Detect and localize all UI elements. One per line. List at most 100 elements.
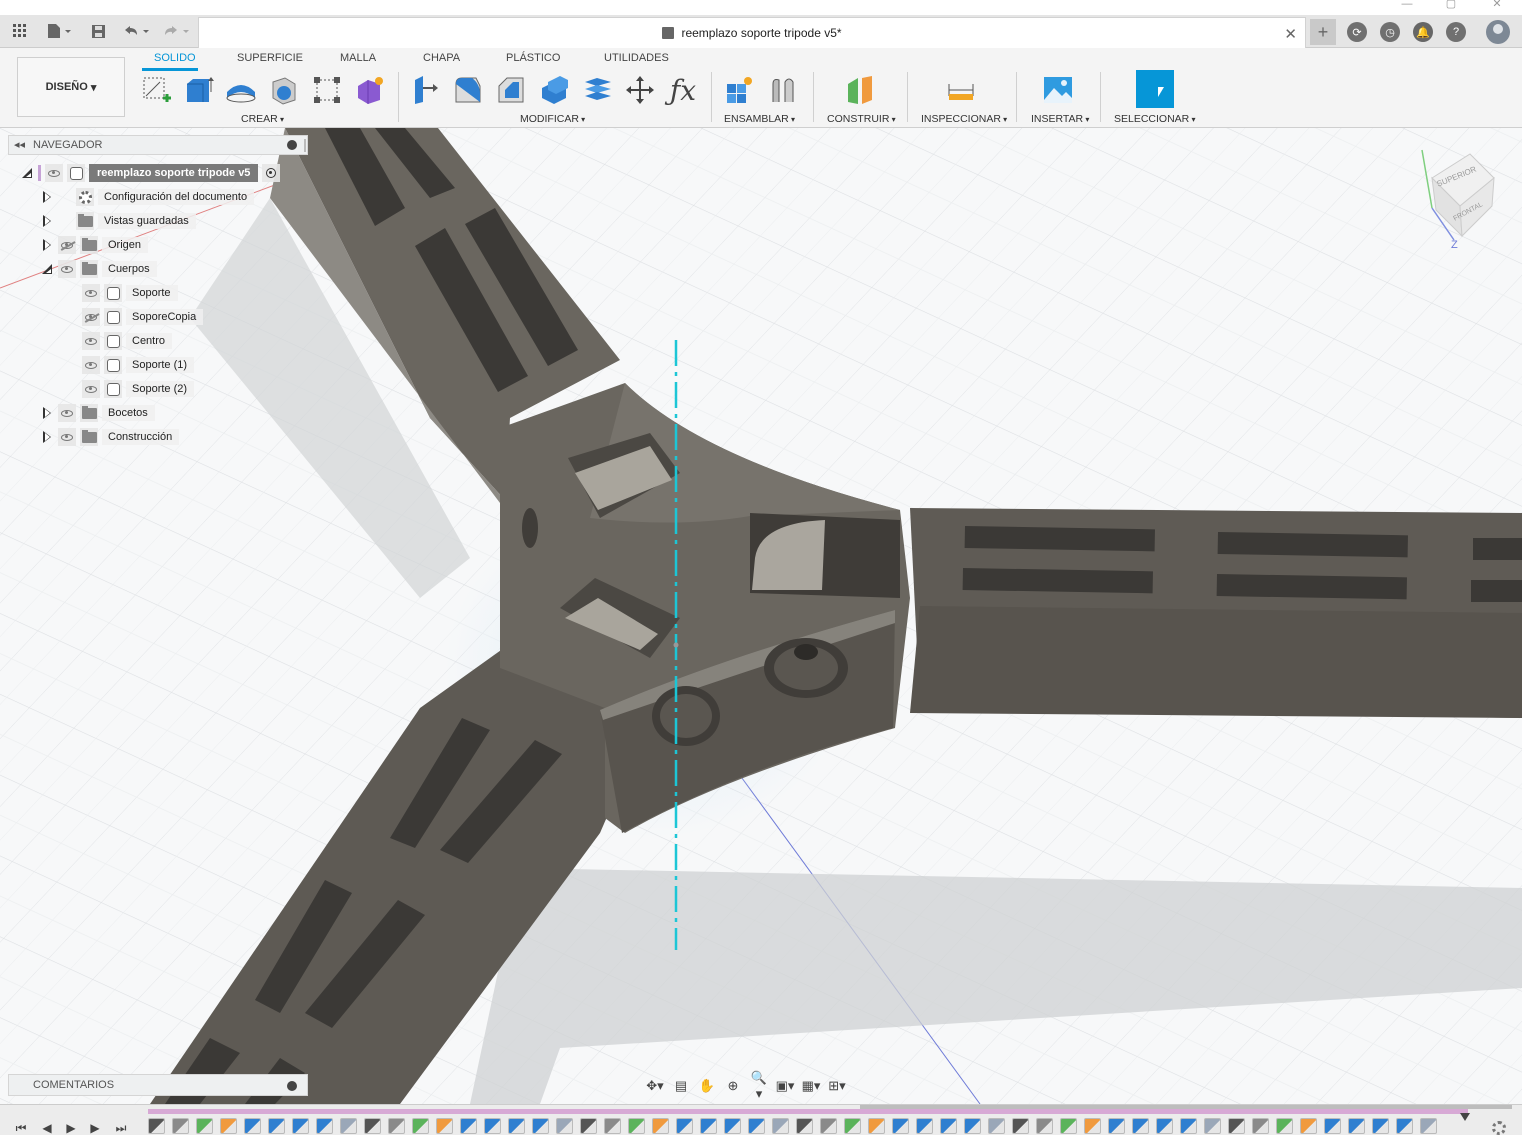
timeline-feature-icon[interactable]	[316, 1118, 333, 1134]
new-tab-button[interactable]: +	[1310, 19, 1336, 45]
eye-hidden-icon[interactable]	[58, 236, 76, 254]
timeline-feature-icon[interactable]	[268, 1118, 285, 1134]
timeline-feature-icon[interactable]	[940, 1118, 957, 1134]
eye-hidden-icon[interactable]	[82, 308, 100, 326]
tree-item-configuracion[interactable]: Configuración del documento	[42, 187, 255, 207]
tree-item-bocetos[interactable]: Bocetos	[42, 403, 155, 423]
panel-grip-icon[interactable]	[304, 139, 306, 152]
group-modificar[interactable]: MODIFICAR	[520, 113, 585, 125]
step-forward-icon[interactable]: ▶	[88, 1121, 102, 1135]
timeline-feature-icon[interactable]	[628, 1118, 645, 1134]
timeline-feature-icon[interactable]	[988, 1118, 1005, 1134]
tree-item-origen[interactable]: Origen	[42, 235, 149, 255]
timeline-feature-icon[interactable]	[340, 1118, 357, 1134]
expand-toggle-icon[interactable]	[22, 167, 32, 179]
press-pull-icon[interactable]	[408, 72, 442, 108]
timeline-track[interactable]	[148, 1109, 1468, 1114]
fillet-icon[interactable]	[451, 72, 485, 108]
help-icon[interactable]: ?	[1446, 22, 1466, 42]
joint-icon[interactable]	[766, 72, 800, 108]
go-to-end-icon[interactable]: ⏭	[114, 1121, 128, 1135]
play-icon[interactable]: ▶	[64, 1121, 78, 1135]
eye-icon[interactable]	[82, 356, 100, 374]
pan-icon[interactable]: ✋	[696, 1078, 718, 1094]
parameters-icon[interactable]: ƒx	[666, 72, 700, 108]
timeline-feature-icon[interactable]	[1132, 1118, 1149, 1134]
workspace-dropdown[interactable]: DISEÑO ▾	[17, 57, 125, 117]
eye-icon[interactable]	[58, 260, 76, 278]
extensions-icon[interactable]: ⟳	[1347, 22, 1367, 42]
timeline-feature-icon[interactable]	[172, 1118, 189, 1134]
sweep-icon[interactable]	[266, 72, 300, 108]
tab-chapa[interactable]: CHAPA	[423, 52, 460, 64]
close-tab-icon[interactable]: ✕	[1284, 25, 1297, 43]
pattern-icon[interactable]	[310, 72, 344, 108]
add-comment-icon[interactable]	[287, 1081, 297, 1091]
timeline-feature-icon[interactable]	[484, 1118, 501, 1134]
timeline-feature-icon[interactable]	[1252, 1118, 1269, 1134]
timeline-feature-icon[interactable]	[1012, 1118, 1029, 1134]
timeline-feature-icon[interactable]	[844, 1118, 861, 1134]
timeline-feature-icon[interactable]	[460, 1118, 477, 1134]
timeline-feature-icon[interactable]	[580, 1118, 597, 1134]
timeline-feature-icon[interactable]	[868, 1118, 885, 1134]
timeline-feature-icon[interactable]	[364, 1118, 381, 1134]
timeline-feature-icon[interactable]	[964, 1118, 981, 1134]
shell-icon[interactable]	[537, 72, 571, 108]
offset-plane-icon[interactable]	[843, 72, 877, 108]
timeline-feature-icon[interactable]	[1300, 1118, 1317, 1134]
expand-toggle-icon[interactable]	[42, 191, 52, 203]
redo-icon[interactable]	[160, 21, 192, 41]
group-construir[interactable]: CONSTRUIR	[827, 113, 896, 125]
zoom-window-icon[interactable]: 🔍▾	[748, 1070, 770, 1102]
timeline-feature-icon[interactable]	[1324, 1118, 1341, 1134]
eye-icon[interactable]	[82, 380, 100, 398]
timeline-settings-icon[interactable]	[1492, 1121, 1506, 1135]
tree-item-soporte[interactable]: Soporte	[82, 283, 178, 303]
eye-icon[interactable]	[45, 164, 63, 182]
timeline-feature-icon[interactable]	[652, 1118, 669, 1134]
group-seleccionar[interactable]: SELECCIONAR	[1114, 113, 1196, 125]
tab-utilidades[interactable]: UTILIDADES	[604, 52, 669, 64]
timeline-feature-icon[interactable]	[1420, 1118, 1437, 1134]
expand-toggle-icon[interactable]	[42, 431, 52, 443]
timeline-feature-icon[interactable]	[916, 1118, 933, 1134]
eye-icon[interactable]	[58, 428, 76, 446]
timeline-feature-icon[interactable]	[1228, 1118, 1245, 1134]
timeline-feature-icon[interactable]	[1036, 1118, 1053, 1134]
timeline-feature-icon[interactable]	[436, 1118, 453, 1134]
timeline-feature-icon[interactable]	[1396, 1118, 1413, 1134]
combine-icon[interactable]	[580, 72, 614, 108]
revolve-icon[interactable]	[224, 72, 258, 108]
tree-item-vistas-guardadas[interactable]: Vistas guardadas	[42, 211, 196, 231]
tab-plastico[interactable]: PLÁSTICO	[506, 52, 560, 64]
grid-settings-icon[interactable]: ▦▾	[800, 1078, 822, 1094]
maximize-icon[interactable]: ▢	[1436, 0, 1466, 12]
timeline-feature-icon[interactable]	[1204, 1118, 1221, 1134]
zoom-icon[interactable]: ⊕	[722, 1078, 744, 1094]
group-inspeccionar[interactable]: INSPECCIONAR	[921, 113, 1007, 125]
go-to-start-icon[interactable]: ⏮	[14, 1121, 28, 1135]
orbit-icon[interactable]: ✥▾	[644, 1078, 666, 1094]
timeline-feature-icon[interactable]	[1156, 1118, 1173, 1134]
timeline-feature-icon[interactable]	[148, 1118, 165, 1134]
tab-solido[interactable]: SOLIDO	[154, 52, 196, 64]
timeline-feature-icon[interactable]	[1108, 1118, 1125, 1134]
tree-root[interactable]: reemplazo soporte tripode v5	[22, 163, 284, 183]
move-icon[interactable]	[623, 72, 657, 108]
eye-icon[interactable]	[82, 284, 100, 302]
file-menu-icon[interactable]	[44, 21, 74, 41]
comments-panel[interactable]: COMENTARIOS	[8, 1074, 308, 1096]
timeline-feature-icon[interactable]	[556, 1118, 573, 1134]
expand-toggle-icon[interactable]	[42, 215, 52, 227]
timeline-feature-icon[interactable]	[388, 1118, 405, 1134]
select-tool-button[interactable]	[1136, 70, 1174, 108]
tree-item-soporte-1[interactable]: Soporte (1)	[82, 355, 195, 375]
collapse-navigator-icon[interactable]: ◂◂	[14, 138, 25, 151]
tree-item-soporecopia[interactable]: SoporeCopia	[82, 307, 204, 327]
timeline-feature-icon[interactable]	[1180, 1118, 1197, 1134]
group-ensamblar[interactable]: ENSAMBLAR	[724, 113, 795, 125]
timeline-feature-icon[interactable]	[196, 1118, 213, 1134]
create-form-icon[interactable]	[353, 72, 387, 108]
expand-toggle-icon[interactable]	[42, 239, 52, 251]
